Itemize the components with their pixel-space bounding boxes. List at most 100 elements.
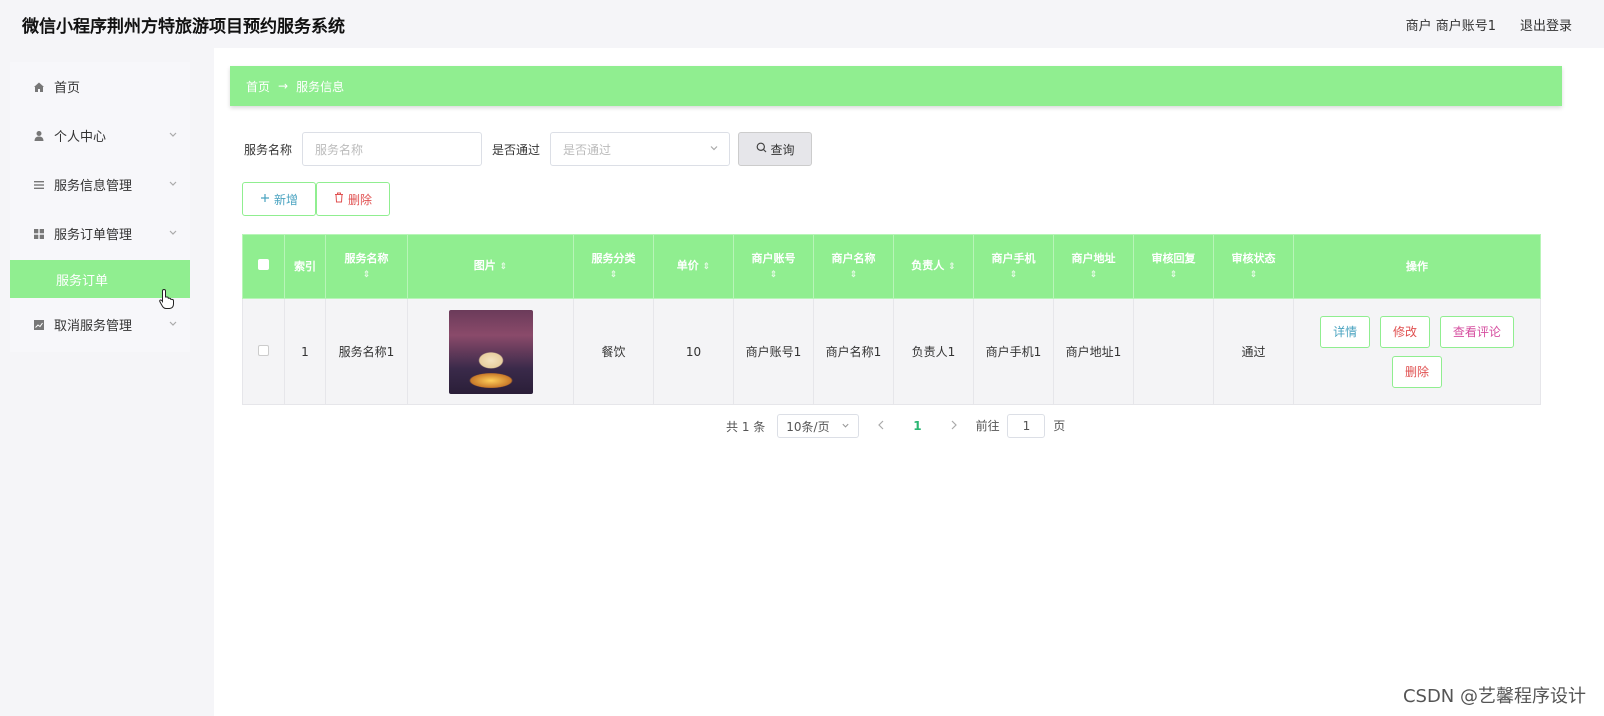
- sort-icon[interactable]: ⇕: [1134, 267, 1213, 283]
- col-header[interactable]: 商户手机 ⇕: [973, 234, 1054, 299]
- sort-icon[interactable]: ⇕: [814, 267, 893, 283]
- query-button[interactable]: 查询: [738, 132, 813, 166]
- logout-link[interactable]: 退出登录: [1520, 15, 1572, 34]
- col-header[interactable]: 商户地址 ⇕: [1053, 234, 1134, 299]
- sort-icon[interactable]: ⇕: [703, 262, 711, 272]
- sidebar-item-service-orders[interactable]: 服务订单管理: [10, 209, 190, 258]
- cell-person: 负责人1: [893, 298, 974, 405]
- add-button[interactable]: 新增: [242, 182, 316, 216]
- main-content: 首页 → 服务信息 服务名称 服务名称 是否通过 是否通过 查询 新增 删除 索…: [214, 48, 1604, 716]
- col-header[interactable]: 审核回复 ⇕: [1133, 234, 1214, 299]
- cell-price: 10: [653, 298, 734, 405]
- sidebar-item-service-info[interactable]: 服务信息管理: [10, 160, 190, 209]
- page-number[interactable]: 1: [903, 419, 931, 433]
- sort-icon[interactable]: ⇕: [574, 267, 653, 283]
- sort-icon[interactable]: ⇕: [1214, 267, 1293, 283]
- bulk-delete-button[interactable]: 删除: [316, 182, 390, 216]
- plus-icon: [260, 192, 270, 206]
- top-header: 微信小程序荆州方特旅游项目预约服务系统 商户 商户账号1 退出登录: [0, 0, 1604, 48]
- sort-icon[interactable]: ⇕: [1054, 267, 1133, 283]
- sidebar-item-label: 个人中心: [54, 130, 107, 145]
- search-bar: 服务名称 服务名称 是否通过 是否通过 查询: [244, 132, 813, 166]
- user-icon: [32, 129, 46, 143]
- sidebar-item-label: 服务订单管理: [54, 228, 133, 243]
- col-header[interactable]: 商户账号 ⇕: [733, 234, 814, 299]
- page-size-select[interactable]: 10条/页: [777, 414, 860, 438]
- page-size-value: 10条/页: [786, 419, 830, 434]
- sort-icon[interactable]: ⇕: [500, 262, 508, 272]
- row-delete-button[interactable]: 删除: [1391, 355, 1442, 388]
- sort-icon[interactable]: ⇕: [974, 267, 1053, 283]
- col-header[interactable]: 单价 ⇕: [653, 234, 734, 299]
- cell-status: 通过: [1213, 298, 1294, 405]
- cell-category: 餐饮: [573, 298, 654, 405]
- table-header-row: 索引 服务名称 ⇕ 图片 ⇕ 服务分类 ⇕ 单价 ⇕ 商户账号 ⇕ 商户名称 ⇕ 负责人…: [242, 234, 1541, 299]
- total-count: 共 1 条: [726, 419, 766, 434]
- cell-service-name: 服务名称1: [325, 298, 408, 405]
- breadcrumb-arrow: →: [278, 79, 289, 93]
- select-all-header[interactable]: [242, 234, 285, 299]
- service-table: 索引 服务名称 ⇕ 图片 ⇕ 服务分类 ⇕ 单价 ⇕ 商户账号 ⇕ 商户名称 ⇕ 负责人…: [242, 234, 1541, 405]
- goto-suffix: 页: [1053, 419, 1066, 433]
- cell-phone: 商户手机1: [973, 298, 1054, 405]
- col-header: 操作: [1293, 234, 1541, 299]
- chart-icon: [32, 318, 46, 332]
- col-header[interactable]: 商户名称 ⇕: [813, 234, 894, 299]
- pass-select[interactable]: 是否通过: [550, 132, 731, 166]
- select-all-checkbox[interactable]: [258, 258, 269, 270]
- cell-account: 商户账号1: [733, 298, 814, 405]
- edit-button[interactable]: 修改: [1379, 315, 1430, 348]
- col-header[interactable]: 负责人 ⇕: [893, 234, 974, 299]
- goto-prefix: 前往: [975, 419, 1000, 433]
- view-comments-button[interactable]: 查看评论: [1439, 315, 1514, 348]
- sidebar-subitem-label: 服务订单: [56, 273, 109, 289]
- add-button-label: 新增: [273, 192, 298, 207]
- detail-button[interactable]: 详情: [1320, 315, 1371, 348]
- home-icon: [32, 80, 46, 94]
- col-header[interactable]: 服务分类 ⇕: [573, 234, 654, 299]
- chevron-down-icon: [709, 142, 719, 156]
- pass-label: 是否通过: [492, 142, 541, 157]
- row-checkbox[interactable]: [258, 344, 269, 356]
- grid-icon: [32, 227, 46, 241]
- goto-page: 前往 1 页: [975, 414, 1066, 438]
- sidebar-item-profile[interactable]: 个人中心: [10, 111, 190, 160]
- top-user-area: 商户 商户账号1 退出登录: [1406, 15, 1572, 34]
- chevron-down-icon: [841, 419, 850, 433]
- col-header[interactable]: 服务名称 ⇕: [325, 234, 408, 299]
- col-header[interactable]: 图片 ⇕: [407, 234, 574, 299]
- service-name-input[interactable]: 服务名称: [302, 132, 483, 166]
- current-user[interactable]: 商户 商户账号1: [1406, 15, 1496, 34]
- list-icon: [32, 178, 46, 192]
- watermark: CSDN @艺馨程序设计: [1402, 686, 1586, 707]
- prev-page-icon[interactable]: [871, 419, 891, 433]
- sidebar-item-label: 首页: [54, 81, 81, 96]
- goto-input[interactable]: 1: [1007, 414, 1046, 438]
- chevron-down-icon: [168, 226, 178, 241]
- pass-select-placeholder: 是否通过: [563, 142, 612, 157]
- chevron-down-icon: [168, 177, 178, 192]
- breadcrumb-home[interactable]: 首页: [246, 78, 270, 95]
- search-icon: [756, 142, 767, 156]
- breadcrumb-current: 服务信息: [296, 79, 345, 94]
- table-row: 1 服务名称1 餐饮 10 商户账号1 商户名称1 负责人1 商户手机1 商户地…: [242, 298, 1541, 405]
- sort-icon[interactable]: ⇕: [326, 267, 407, 283]
- app-title: 微信小程序荆州方特旅游项目预约服务系统: [22, 16, 345, 37]
- cell-index: 1: [284, 298, 326, 405]
- col-header: 索引: [284, 234, 326, 299]
- pagination: 共 1 条 10条/页 1 前往 1 页: [726, 414, 1065, 438]
- service-thumbnail[interactable]: [448, 309, 533, 394]
- sidebar-item-home[interactable]: 首页: [10, 62, 190, 111]
- hand-pointer-icon: [158, 288, 176, 310]
- sidebar-item-label: 服务信息管理: [54, 179, 133, 194]
- sidebar-item-label: 取消服务管理: [54, 319, 133, 334]
- col-header[interactable]: 审核状态 ⇕: [1213, 234, 1294, 299]
- sort-icon[interactable]: ⇕: [948, 262, 956, 272]
- cell-reply: [1133, 298, 1214, 405]
- breadcrumb: 首页 → 服务信息: [230, 66, 1562, 106]
- next-page-icon[interactable]: [944, 419, 964, 433]
- bulk-delete-label: 删除: [347, 192, 372, 207]
- row-select-cell[interactable]: [242, 298, 285, 405]
- cell-merchant-name: 商户名称1: [813, 298, 894, 405]
- sort-icon[interactable]: ⇕: [734, 267, 813, 283]
